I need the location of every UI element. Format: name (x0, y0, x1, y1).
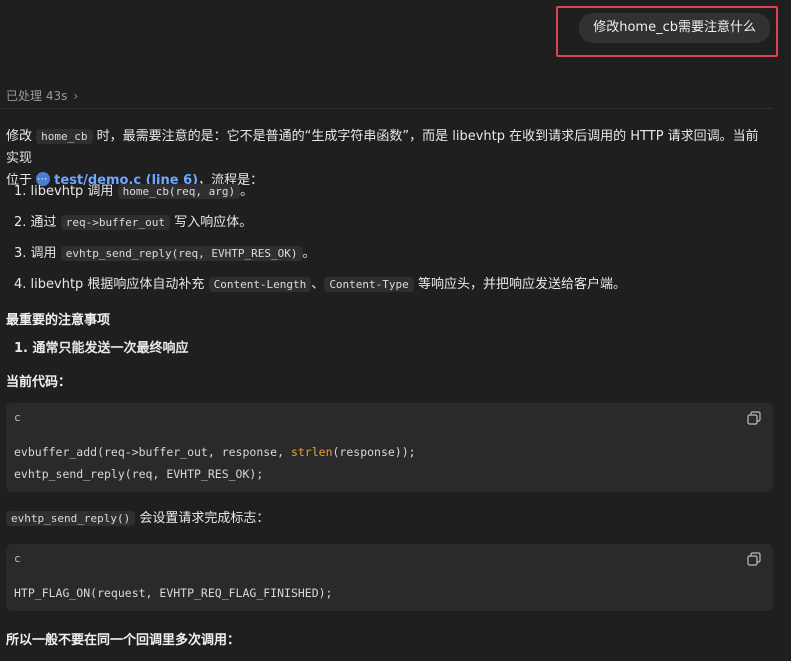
code-language: c (14, 411, 21, 424)
code-line: evbuffer_add(req->buffer_out, response, … (14, 445, 416, 459)
user-message-bubble: 修改home_cb需要注意什么 (579, 13, 770, 43)
paragraph-text: 所以一般不要在同一个回调里多次调用： (6, 633, 241, 648)
section-heading: 最重要的注意事项 (6, 313, 111, 328)
intro-text: 时，最需要注意的是：它不是普通的“生成字符串函数”，而是 libevhtp 在收… (6, 129, 759, 166)
inline-code: Content-Type (324, 277, 414, 292)
code-language: c (14, 552, 21, 565)
code-block: c evbuffer_add(req->buffer_out, response… (6, 403, 773, 492)
inline-code: evhtp_send_reply() (6, 511, 136, 526)
processing-status[interactable]: 已处理 43s › (6, 87, 78, 104)
inline-code: home_cb(req, arg) (117, 184, 241, 199)
list-item: 2. 通过 req->buffer_out 写入响应体。 (14, 215, 253, 230)
section-heading: 当前代码： (6, 375, 72, 390)
copy-icon[interactable] (747, 411, 761, 425)
code-line: evhtp_send_reply(req, EVHTP_RES_OK); (14, 467, 264, 481)
list-item: 3. 调用 evhtp_send_reply(req, EVHTP_RES_OK… (14, 246, 316, 261)
inline-code: Content-Length (208, 277, 312, 292)
copy-icon[interactable] (747, 552, 761, 566)
divider (0, 108, 773, 109)
inline-code: home_cb (36, 129, 93, 144)
code-line: HTP_FLAG_ON(request, EVHTP_REQ_FLAG_FINI… (14, 586, 333, 600)
inline-code: evhtp_send_reply(req, EVHTP_RES_OK) (60, 246, 303, 261)
code-block: c HTP_FLAG_ON(request, EVHTP_REQ_FLAG_FI… (6, 544, 773, 611)
inline-code: req->buffer_out (60, 215, 171, 230)
list-item: 1. 通常只能发送一次最终响应 (14, 341, 189, 356)
intro-text: 修改 (6, 129, 33, 144)
explanation-sentence: evhtp_send_reply() 会设置请求完成标志： (6, 508, 771, 530)
list-item: 4. libevhtp 根据响应体自动补充 Content-Length、 Con… (14, 277, 626, 292)
chevron-right-icon: › (73, 89, 79, 103)
user-message-highlight: 修改home_cb需要注意什么 (556, 6, 778, 57)
list-item: 1. libevhtp 调用 home_cb(req, arg)。 (14, 184, 254, 199)
processing-time: 已处理 43s (6, 89, 68, 103)
